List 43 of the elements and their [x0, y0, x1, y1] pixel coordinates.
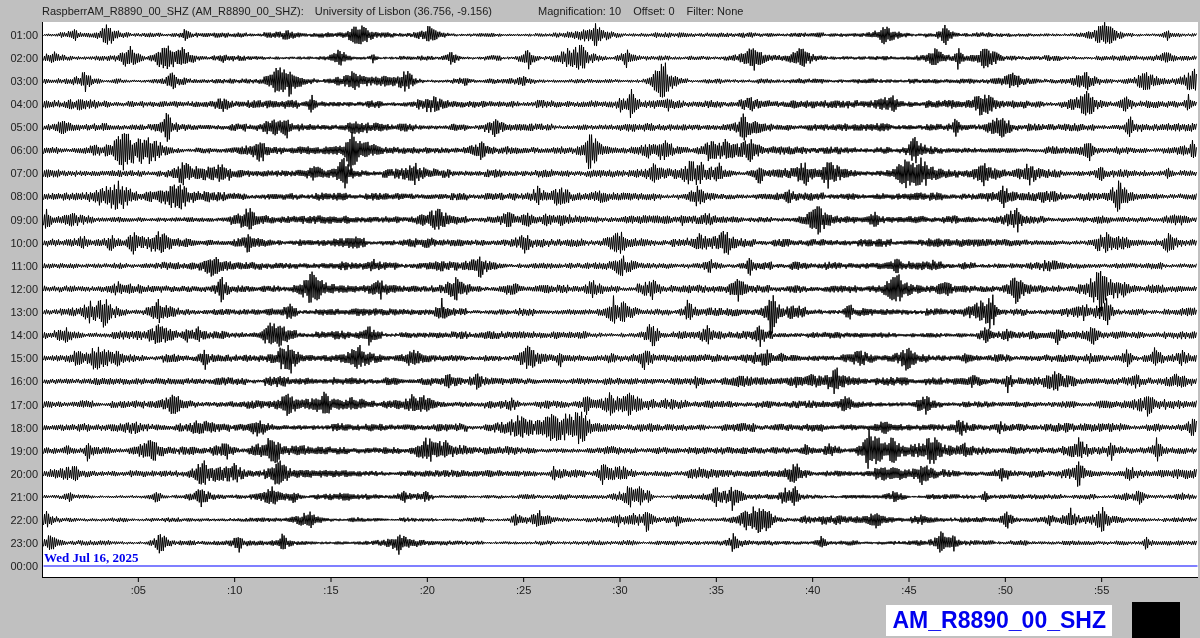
minute-tick-label: :20: [419, 584, 435, 596]
location-text: University of Lisbon (36.756, -9.156): [314, 5, 492, 17]
hour-label: 02:00: [9, 50, 39, 66]
minute-tick-label: :10: [227, 584, 243, 596]
hour-label: 13:00: [9, 305, 39, 320]
minute-tick-label: :35: [708, 584, 724, 596]
minute-tick-label: :55: [1094, 584, 1110, 596]
hour-label: 06:00: [9, 143, 39, 159]
hour-label: 09:00: [9, 212, 39, 228]
hour-label: 18:00: [9, 420, 39, 436]
station-title: RaspberrAM_R8890_00_SHZ (AM_R8890_00_SHZ):: [42, 5, 304, 17]
minute-tick-label: :25: [516, 584, 532, 596]
hour-label: 01:00: [9, 27, 39, 43]
magnification-text: Magnification: 10: [538, 5, 622, 17]
minute-tick-label: :40: [805, 584, 821, 596]
hour-label: 16:00: [9, 374, 39, 390]
minute-tick-label: :45: [901, 584, 917, 596]
hour-label: 05:00: [9, 120, 39, 135]
station-label: AM_R8890_00_SHZ: [886, 604, 1112, 636]
hour-label: 19:00: [9, 443, 39, 459]
indicator-square: [1132, 602, 1180, 638]
date-label: Wed Jul 16, 2025: [44, 550, 139, 566]
minute-tick-label: :30: [612, 584, 628, 596]
filter-text: Filter: None: [686, 5, 744, 17]
hour-label: 22:00: [9, 513, 39, 529]
hour-label: 12:00: [9, 281, 39, 297]
hour-label: 08:00: [9, 189, 39, 205]
hour-label: 23:00: [9, 536, 39, 552]
hour-label: 11:00: [10, 258, 39, 274]
hour-label: 21:00: [9, 490, 39, 505]
minute-tick-label: :05: [130, 584, 146, 596]
hour-label: 17:00: [9, 397, 39, 413]
hour-label: 00:00: [9, 559, 39, 575]
hour-label: 15:00: [9, 351, 39, 367]
hour-label: 10:00: [9, 235, 39, 251]
hour-label: 03:00: [9, 73, 39, 89]
minute-tick-label: :15: [323, 584, 339, 596]
hour-label: 07:00: [9, 166, 39, 182]
offset-text: Offset: 0: [633, 5, 675, 17]
hour-label: 20:00: [9, 466, 39, 482]
minute-tick-label: :50: [997, 584, 1013, 596]
hour-label: 04:00: [9, 96, 39, 112]
hour-label: 14:00: [9, 328, 39, 344]
